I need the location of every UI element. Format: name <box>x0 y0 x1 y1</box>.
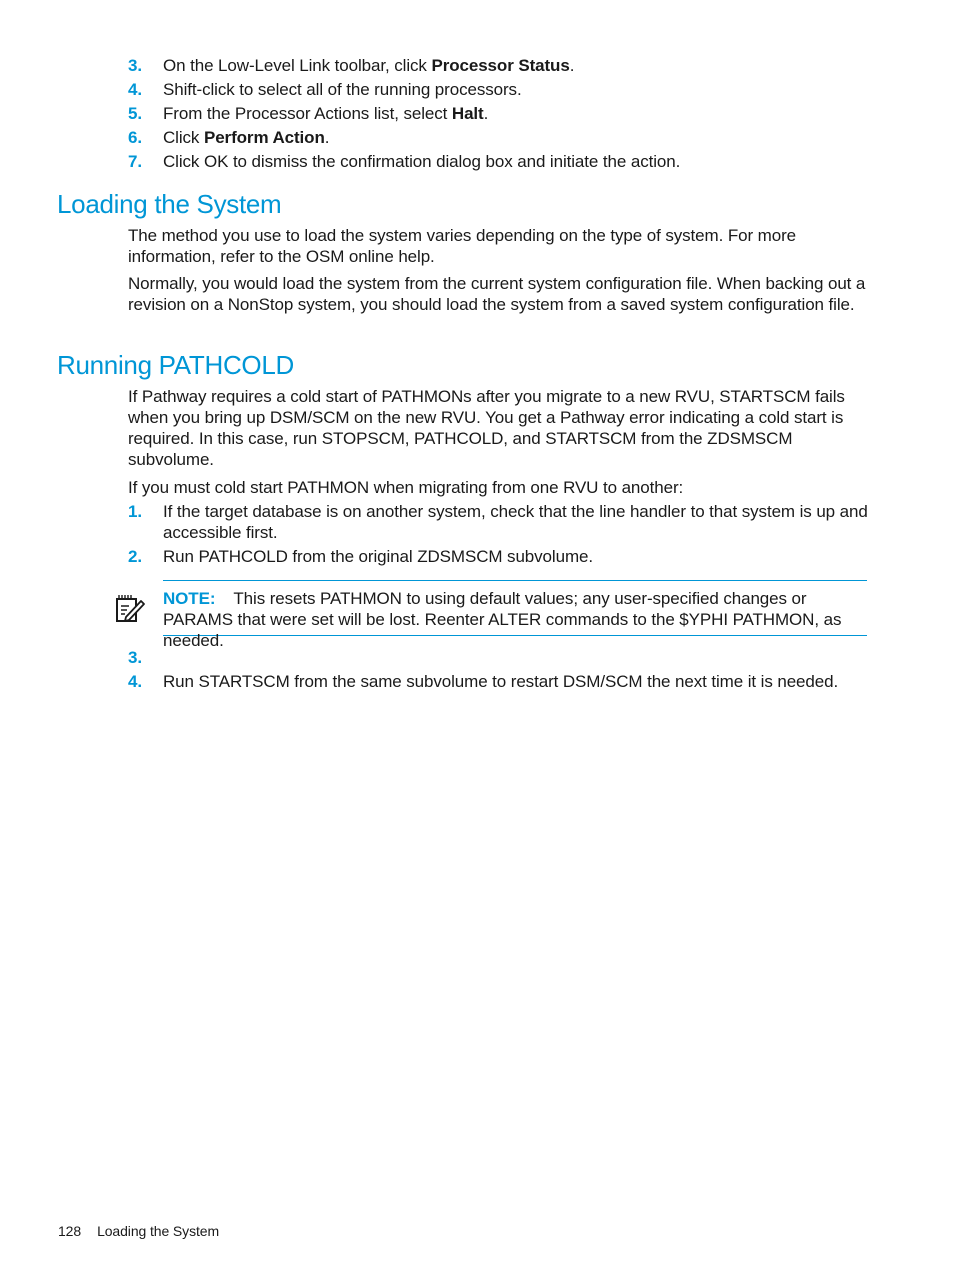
list-item: 4. Shift-click to select all of the runn… <box>128 79 868 103</box>
steps-list-pathcold: 1. If the target database is on another … <box>128 501 868 570</box>
note-pencil-icon <box>116 595 145 622</box>
document-page: 3. On the Low-Level Link toolbar, click … <box>0 0 954 1271</box>
step-text: Shift-click to select all of the running… <box>163 80 522 99</box>
list-item: 6. Click Perform Action. <box>128 127 868 151</box>
paragraph: Normally, you would load the system from… <box>128 274 866 314</box>
list-item: 7. Click OK to dismiss the confirmation … <box>128 151 868 175</box>
step-number: 3. <box>128 648 142 667</box>
list-item: 2. Run PATHCOLD from the original ZDSMSC… <box>128 546 868 570</box>
note-text-block: NOTE: This resets PATHMON to using defaul… <box>163 588 867 651</box>
step-number: 5. <box>128 104 142 123</box>
step-bold-text: Halt <box>451 104 484 123</box>
list-item: 3. <box>128 647 868 671</box>
step-text-end: . <box>324 128 330 147</box>
page-number: 128 <box>58 1223 82 1239</box>
steps-list-top: 3. On the Low-Level Link toolbar, click … <box>128 55 868 175</box>
step-number: 2. <box>128 547 142 566</box>
step-text-end: . <box>569 56 575 75</box>
step-text-end: . <box>483 104 489 123</box>
section-heading-loading-the-system: Loading the System <box>57 189 282 219</box>
step-number: 3. <box>128 56 142 75</box>
note-box: NOTE: This resets PATHMON to using defaul… <box>163 580 867 650</box>
list-item: 4. Run STARTSCM from the same subvolume … <box>128 671 868 695</box>
step-bold-text: Perform Action <box>203 128 325 147</box>
note-label: NOTE: <box>163 589 216 608</box>
list-item: 5. From the Processor Actions list, sele… <box>128 103 868 127</box>
step-number: 4. <box>128 672 142 691</box>
section-heading-running-pathcold: Running PATHCOLD <box>57 350 294 380</box>
step-number: 7. <box>128 152 142 171</box>
step-text: On the Low-Level Link toolbar, click <box>163 56 432 75</box>
step-number: 4. <box>128 80 142 99</box>
paragraph: The method you use to load the system va… <box>128 226 796 266</box>
step-text: From the Processor Actions list, select <box>163 104 452 123</box>
list-item: 3. On the Low-Level Link toolbar, click … <box>128 55 868 79</box>
step-number: 6. <box>128 128 142 147</box>
step-text: Run PATHCOLD from the original ZDSMSCM s… <box>163 547 593 566</box>
list-item: 1. If the target database is on another … <box>128 501 868 546</box>
step-text: Run STARTSCM from the same subvolume to … <box>163 672 839 691</box>
footer-section-title: Loading the System <box>97 1223 220 1239</box>
step-number: 1. <box>128 502 142 521</box>
step-text: If the target database is on another sys… <box>163 502 868 542</box>
step-text: Click OK to dismiss the confirmation dia… <box>163 152 681 171</box>
paragraph: If you must cold start PATHMON when migr… <box>128 478 684 497</box>
note-text: This resets PATHMON to using default val… <box>163 589 842 650</box>
paragraph: If Pathway requires a cold start of PATH… <box>128 387 845 469</box>
steps-list-pathcold-continued: 3. 4. Run STARTSCM from the same subvolu… <box>128 647 868 695</box>
page-footer: 128 Loading the System <box>58 1222 219 1240</box>
step-text: Click <box>163 128 204 147</box>
step-bold-text: Processor Status <box>431 56 570 75</box>
